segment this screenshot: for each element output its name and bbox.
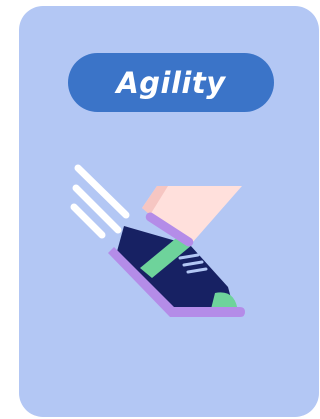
running-shoe-icon — [70, 155, 260, 335]
speed-lines-icon — [70, 164, 130, 239]
card-title-badge: Agility — [68, 53, 274, 112]
card-title: Agility — [116, 65, 226, 100]
